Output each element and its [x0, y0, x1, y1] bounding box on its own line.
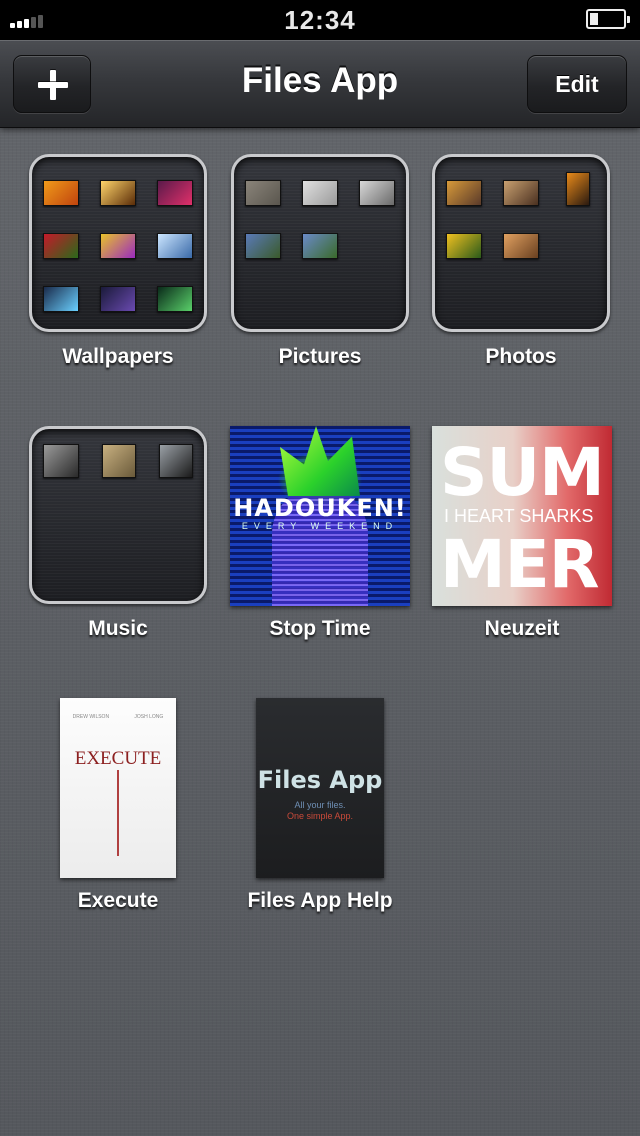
folder-music[interactable]	[29, 426, 207, 604]
book-author: JOSH LONG	[134, 714, 164, 720]
cover-art-crown	[280, 426, 360, 496]
cover-text-sum: SUM	[440, 434, 605, 511]
folder-thumbnail	[100, 180, 136, 206]
folder-thumbnail	[43, 444, 79, 478]
book-cover-execute[interactable]: DREW WILSON JOSH LONG EXECUTE	[60, 698, 176, 878]
folder-thumbnail	[446, 233, 482, 259]
album-cover-neuzeit[interactable]: SUM I HEART SHARKS MER	[432, 426, 612, 606]
cover-decoration-line	[117, 770, 119, 856]
folder-photos[interactable]	[432, 154, 610, 332]
folder-thumbnail	[102, 444, 136, 478]
add-button[interactable]	[13, 55, 91, 113]
folder-thumbnail	[566, 172, 590, 206]
album-label-neuzeit: Neuzeit	[484, 617, 560, 640]
folder-thumbnail	[302, 180, 338, 206]
album-label-stop-time: Stop Time	[269, 617, 371, 640]
folder-thumbnail	[503, 233, 539, 259]
folder-thumbnail	[157, 286, 193, 312]
folder-thumbnail	[43, 180, 79, 206]
edit-button[interactable]: Edit	[527, 55, 627, 113]
folder-thumbnail	[302, 233, 338, 259]
book-label-files-app-help: Files App Help	[247, 889, 393, 912]
book-cover-tagline: One simple App.	[286, 811, 354, 821]
folder-thumbnail	[245, 180, 281, 206]
book-label-execute: Execute	[77, 889, 159, 912]
cover-subtitle: EVERY WEEKEND	[241, 521, 399, 531]
book-cover-title: Files App	[257, 766, 383, 794]
folder-thumbnail	[446, 180, 482, 206]
status-bar: 12:34	[0, 0, 640, 40]
page-title: Files App	[241, 61, 399, 100]
folder-thumbnail	[43, 286, 79, 312]
folder-thumbnail	[159, 444, 193, 478]
folder-thumbnail	[157, 233, 193, 259]
plus-icon	[38, 70, 68, 100]
folder-label-photos: Photos	[485, 345, 557, 368]
book-authors: DREW WILSON JOSH LONG	[60, 714, 176, 720]
book-cover-tagline: All your files.	[294, 800, 346, 810]
battery-icon	[586, 9, 630, 29]
folder-thumbnail	[100, 286, 136, 312]
book-cover-files-app-help[interactable]: Files App All your files. One simple App…	[256, 698, 384, 878]
book-author: DREW WILSON	[72, 714, 110, 720]
folder-label-pictures: Pictures	[278, 345, 362, 368]
folder-thumbnail	[157, 180, 193, 206]
folder-thumbnail	[43, 233, 79, 259]
status-time: 12:34	[284, 5, 356, 35]
folder-pictures[interactable]	[231, 154, 409, 332]
cover-text-mer: MER	[440, 526, 600, 603]
book-cover-title: EXECUTE	[74, 748, 162, 769]
folder-thumbnail	[503, 180, 539, 206]
cover-text-artist: I HEART SHARKS	[444, 506, 594, 526]
folder-thumbnail	[100, 233, 136, 259]
album-cover-stop-time[interactable]: HADOUKEN! EVERY WEEKEND	[230, 426, 410, 606]
folder-label-music: Music	[88, 617, 148, 640]
folder-wallpapers[interactable]	[29, 154, 207, 332]
cover-band-name: HADOUKEN!	[233, 494, 407, 522]
folder-thumbnail	[359, 180, 395, 206]
folder-label-wallpapers: Wallpapers	[62, 345, 174, 368]
navigation-bar: Files App Edit	[0, 40, 640, 128]
folder-thumbnail	[245, 233, 281, 259]
